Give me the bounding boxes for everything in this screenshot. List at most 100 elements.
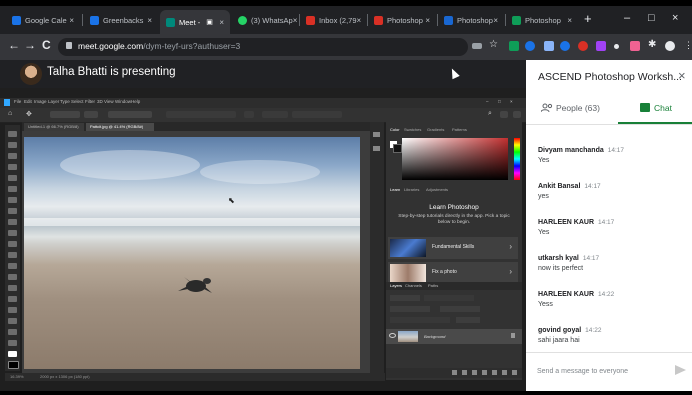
extension-icon[interactable] <box>596 41 606 51</box>
window-close-button[interactable]: × <box>672 12 678 24</box>
stamp-tool-icon[interactable] <box>8 230 17 236</box>
more-options-icon[interactable] <box>244 111 254 118</box>
pen-tool-icon[interactable] <box>8 296 17 302</box>
extension-icon[interactable] <box>630 41 640 51</box>
ps-menu-item[interactable]: View <box>104 99 114 104</box>
move-tool-icon[interactable] <box>8 131 17 137</box>
eraser-tool-icon[interactable] <box>8 252 17 258</box>
share-icon[interactable] <box>513 111 521 118</box>
hand-tool-icon[interactable] <box>8 340 17 346</box>
hue-slider[interactable] <box>514 138 520 180</box>
tab-close-icon[interactable]: × <box>293 16 298 25</box>
learn-card[interactable]: Fundamental Skills › <box>388 237 518 259</box>
extension-icon[interactable] <box>578 41 588 51</box>
ps-menu-item[interactable]: Help <box>131 99 140 104</box>
eye-icon[interactable] <box>389 333 396 338</box>
path-select-tool-icon[interactable] <box>8 318 17 324</box>
puzzle-icon[interactable]: ✱ <box>648 39 656 50</box>
ps-menu-item[interactable]: Select <box>71 99 84 104</box>
tab-close-icon[interactable]: × <box>69 16 80 25</box>
quick-select-tool-icon[interactable] <box>8 164 17 170</box>
lock-icon[interactable] <box>66 42 72 49</box>
home-icon[interactable]: ⌂ <box>8 110 12 117</box>
star-icon[interactable]: ☆ <box>489 39 498 50</box>
url-text[interactable]: meet.google.com/dym-teyf-urs?authuser=3 <box>78 41 240 51</box>
fx-icon[interactable] <box>462 370 467 375</box>
browser-tab[interactable]: Greenbacks × <box>84 10 158 30</box>
brush-tool-icon[interactable] <box>8 219 17 225</box>
ps-close-icon[interactable]: × <box>510 99 513 104</box>
extension-icon[interactable] <box>525 41 535 51</box>
new-layer-icon[interactable] <box>502 370 507 375</box>
extension-icon[interactable] <box>509 41 519 51</box>
trash-icon[interactable] <box>512 370 517 375</box>
browser-tab-active[interactable]: Meet - ▣ × <box>160 10 230 34</box>
fill-field[interactable] <box>456 317 480 323</box>
ps-menu-item[interactable]: 3D <box>97 99 103 104</box>
browser-tab[interactable]: Photoshop × <box>506 10 578 30</box>
new-tab-button[interactable]: + <box>584 11 592 26</box>
doc-tab[interactable]: Untitled-1 @ 66.7% (RGB/8) <box>24 123 84 131</box>
background-swatch[interactable] <box>393 144 402 153</box>
eyedropper-tool-icon[interactable] <box>8 197 17 203</box>
align-buttons[interactable] <box>166 111 236 118</box>
cast-icon[interactable] <box>472 43 482 49</box>
search-icon[interactable]: ⌕ <box>488 110 492 118</box>
move-tool-icon[interactable]: ✥ <box>26 110 32 118</box>
libraries-tab[interactable]: Libraries <box>404 187 419 192</box>
ps-menu-item[interactable]: Image <box>34 99 47 104</box>
people-icon[interactable] <box>541 103 553 113</box>
forward-button[interactable]: → <box>24 38 36 52</box>
gradient-tool-icon[interactable] <box>8 263 17 269</box>
maximize-button[interactable]: □ <box>648 12 655 24</box>
send-icon[interactable] <box>675 365 686 375</box>
ps-minimize-icon[interactable]: – <box>486 99 489 104</box>
opacity-field[interactable] <box>440 306 480 312</box>
zoom-level[interactable]: 16.39% <box>10 374 24 379</box>
tab-close-icon[interactable]: × <box>219 18 230 27</box>
lock-buttons[interactable] <box>390 317 450 323</box>
extension-icon[interactable] <box>560 41 570 51</box>
tab-close-icon[interactable]: × <box>567 16 578 25</box>
folder-icon[interactable] <box>492 370 497 375</box>
tab-close-icon[interactable]: × <box>425 16 436 25</box>
ps-menu-item[interactable]: Type <box>60 99 70 104</box>
browser-tab[interactable]: Google Cale × <box>6 10 80 30</box>
profile-avatar[interactable] <box>665 41 675 51</box>
chat-icon[interactable] <box>640 103 650 112</box>
back-button[interactable]: ← <box>8 38 20 52</box>
transform-controls-toggle[interactable] <box>108 111 152 118</box>
layer-filter-icons[interactable] <box>424 295 474 301</box>
tab-people[interactable]: People (63) <box>556 103 600 113</box>
color-picker-field[interactable] <box>402 138 508 180</box>
tab-close-icon[interactable]: × <box>493 16 504 25</box>
ps-maximize-icon[interactable]: □ <box>498 99 501 104</box>
type-tool-icon[interactable] <box>8 307 17 313</box>
shape-tool-icon[interactable] <box>8 329 17 335</box>
workspace-icon[interactable] <box>500 111 508 118</box>
tab-chat[interactable]: Chat <box>654 103 672 113</box>
layers-tab[interactable]: Layers <box>390 283 402 288</box>
browser-tab[interactable]: Photoshop × <box>368 10 436 30</box>
blend-mode-dropdown[interactable] <box>390 306 430 312</box>
browser-tab[interactable]: Photoshop × <box>438 10 504 30</box>
browser-tab[interactable]: (3) WhatsAp × <box>232 10 298 30</box>
background-color-swatch[interactable] <box>8 361 19 369</box>
learn-tab[interactable]: Learn <box>390 187 400 192</box>
learn-card[interactable]: Fix a photo › <box>388 262 518 284</box>
layer-dropdown[interactable] <box>84 111 98 118</box>
channels-tab[interactable]: Channels <box>405 283 422 288</box>
properties-icon[interactable] <box>373 146 380 151</box>
browser-tab[interactable]: Inbox (2,79 × <box>300 10 366 30</box>
ps-menu-item[interactable]: Window <box>115 99 131 104</box>
menu-kebab-icon[interactable]: ⋮ <box>684 40 692 51</box>
color-tab[interactable]: Color <box>390 127 400 132</box>
adjustments-tab[interactable]: Adjustments <box>426 187 448 192</box>
swatches-tab[interactable]: Swatches <box>404 127 421 132</box>
crop-tool-icon[interactable] <box>8 175 17 181</box>
minimize-button[interactable]: – <box>624 12 630 24</box>
history-brush-tool-icon[interactable] <box>8 241 17 247</box>
frame-tool-icon[interactable] <box>8 186 17 192</box>
tab-close-icon[interactable]: × <box>357 16 366 25</box>
ps-menu-item[interactable]: Edit <box>24 99 32 104</box>
